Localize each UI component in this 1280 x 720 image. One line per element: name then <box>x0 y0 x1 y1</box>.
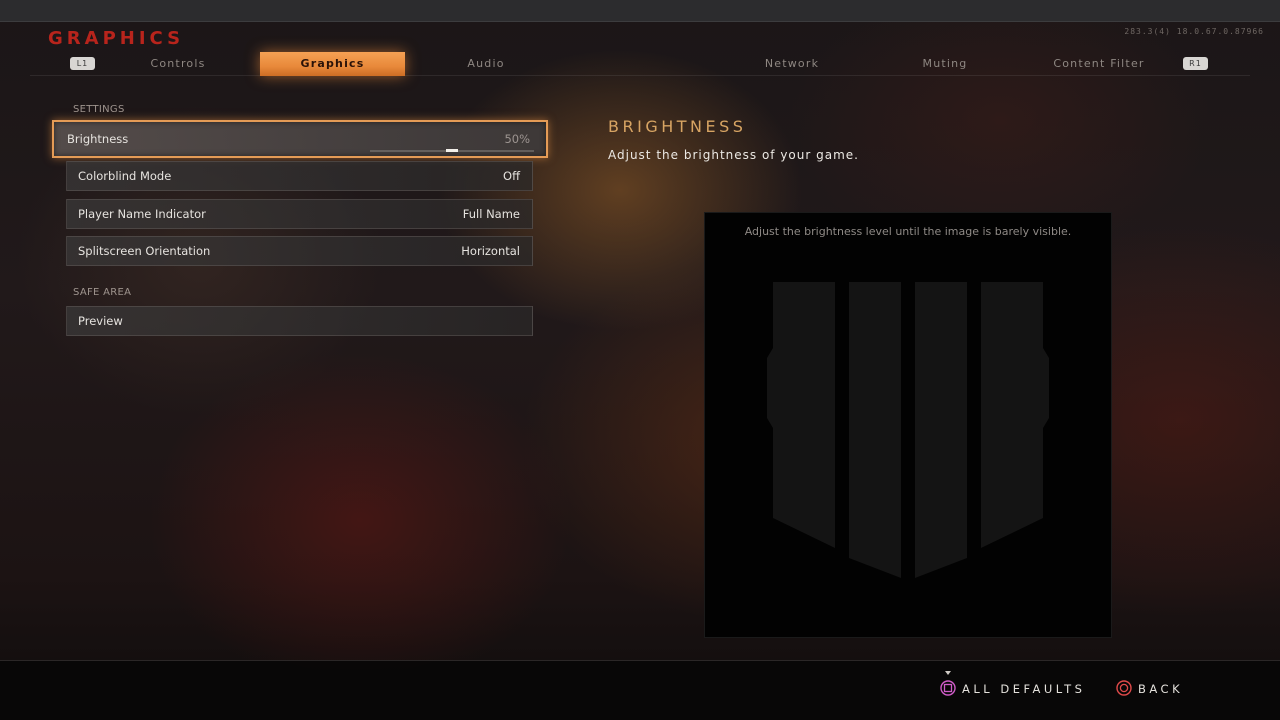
tab-audio[interactable]: Audio <box>436 52 536 76</box>
colorblind-mode-row[interactable]: Colorblind Mode Off <box>66 161 533 191</box>
safe-area-preview-row[interactable]: Preview <box>66 306 533 336</box>
preview-instruction: Adjust the brightness level until the im… <box>744 225 1072 238</box>
splitscreen-orientation-row[interactable]: Splitscreen Orientation Horizontal <box>66 236 533 266</box>
build-info: 283.3(4) 18.0.67.0.87966 <box>1124 27 1264 36</box>
brightness-row[interactable]: Brightness 50% <box>52 120 548 158</box>
square-button-icon <box>940 680 956 699</box>
brightness-slider[interactable] <box>370 149 534 152</box>
player-name-indicator-value: Full Name <box>462 207 520 221</box>
top-bar <box>0 0 1280 22</box>
r1-bumper-icon[interactable]: R1 <box>1183 57 1208 70</box>
all-defaults-button[interactable]: ALL DEFAULTS <box>940 680 1085 699</box>
all-defaults-label: ALL DEFAULTS <box>962 682 1086 696</box>
bottom-bar <box>0 660 1280 720</box>
tab-muting[interactable]: Muting <box>895 52 995 76</box>
detail-description: Adjust the brightness of your game. <box>608 148 859 162</box>
brightness-label: Brightness <box>67 132 129 146</box>
player-name-indicator-row[interactable]: Player Name Indicator Full Name <box>66 199 533 229</box>
tab-network[interactable]: Network <box>742 52 842 76</box>
brightness-slider-knob[interactable] <box>446 149 458 152</box>
colorblind-mode-label: Colorblind Mode <box>78 169 172 183</box>
colorblind-mode-value: Off <box>503 169 520 183</box>
splitscreen-orientation-value: Horizontal <box>461 244 520 258</box>
brightness-preview-panel: Adjust the brightness level until the im… <box>704 212 1112 638</box>
safe-area-section-label: SAFE AREA <box>73 287 132 298</box>
detail-title: BRIGHTNESS <box>608 117 747 136</box>
settings-section-label: SETTINGS <box>73 104 125 115</box>
player-name-indicator-label: Player Name Indicator <box>78 207 206 221</box>
game-emblem-icon <box>767 282 1049 578</box>
safe-area-preview-label: Preview <box>78 314 123 328</box>
tab-controls[interactable]: Controls <box>128 52 228 76</box>
triangle-indicator-icon <box>945 671 951 675</box>
tab-graphics[interactable]: Graphics <box>260 52 405 76</box>
tab-content-filter[interactable]: Content Filter <box>1040 52 1158 76</box>
page-title: GRAPHICS <box>48 28 185 49</box>
back-label: BACK <box>1138 682 1184 696</box>
l1-bumper-icon[interactable]: L1 <box>70 57 95 70</box>
tab-bar: Controls Graphics Audio Network Muting C… <box>0 52 1280 76</box>
splitscreen-orientation-label: Splitscreen Orientation <box>78 244 211 258</box>
circle-button-icon <box>1116 680 1132 699</box>
back-button[interactable]: BACK <box>1116 680 1183 699</box>
